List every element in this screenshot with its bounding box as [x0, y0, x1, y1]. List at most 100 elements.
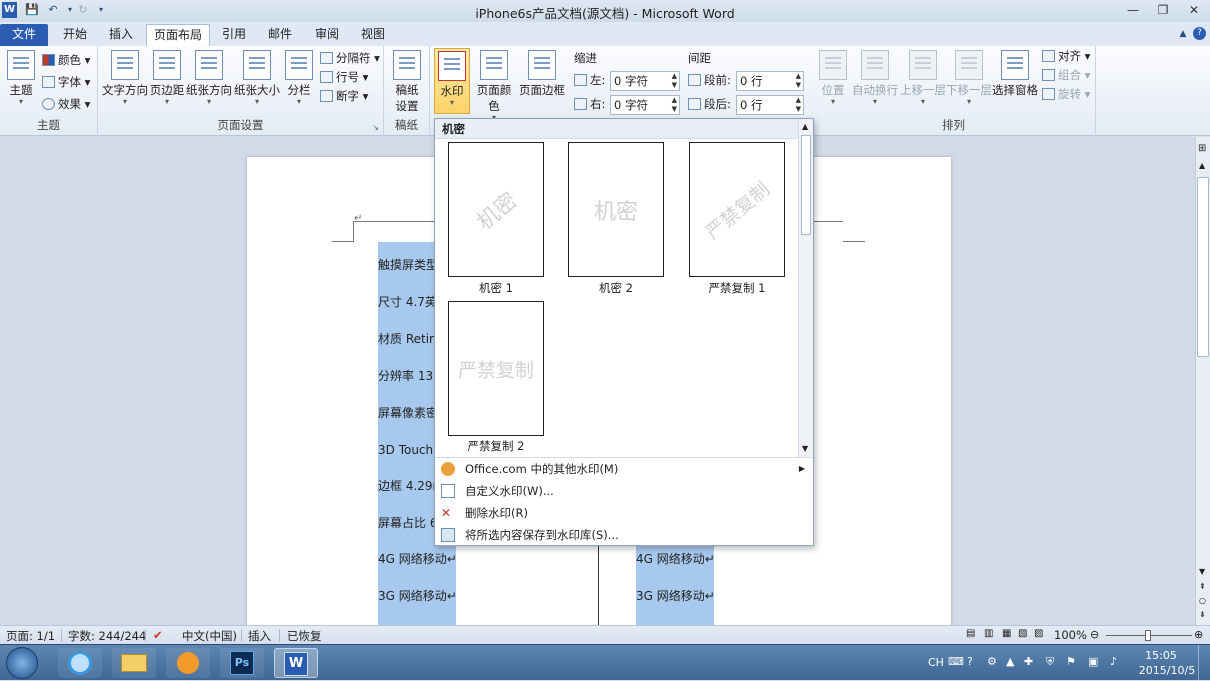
shield-icon[interactable]: ⛨ — [1046, 655, 1054, 669]
spacing-after-spinner[interactable]: ▲ ▼ — [796, 96, 801, 114]
word-count[interactable]: 字数: 244/244 — [68, 628, 146, 644]
save-to-gallery-menu-item[interactable]: 将所选内容保存到水印库(S)... — [435, 524, 813, 546]
network-icon[interactable]: ▣ — [1088, 655, 1098, 668]
proofing-icon[interactable]: ✔ — [153, 628, 163, 642]
scroll-thumb[interactable] — [1197, 177, 1209, 357]
tab-view[interactable]: 视图 — [352, 24, 394, 46]
gallery-scroll-down-icon[interactable]: ▼ — [802, 444, 808, 453]
indent-left-spinner[interactable]: ▲ ▼ — [672, 72, 677, 90]
tab-insert[interactable]: 插入 — [100, 24, 142, 46]
internet-explorer-icon[interactable] — [58, 648, 102, 678]
page-setup-launcher-icon[interactable]: ↘ — [372, 123, 379, 132]
photoshop-icon[interactable]: Ps — [220, 648, 264, 678]
tab-mailings[interactable]: 邮件 — [260, 24, 300, 46]
indent-right-field[interactable]: 0 字符 ▲ ▼ — [610, 95, 680, 115]
watermark-option-confidential-1[interactable]: 机密 — [448, 142, 544, 277]
theme-colors-button[interactable]: 颜色 ▾ — [42, 50, 90, 70]
tab-home[interactable]: 开始 — [52, 24, 98, 46]
page-count[interactable]: 页面: 1/1 — [6, 628, 55, 644]
zoom-level[interactable]: 100% — [1054, 628, 1087, 642]
ime-indicator[interactable]: CH — [928, 656, 944, 669]
margins-button[interactable]: 页边距 ▾ — [148, 50, 186, 106]
help-icon[interactable]: ? — [1193, 27, 1206, 40]
selection-pane-button[interactable]: 选择窗格 — [992, 50, 1038, 98]
file-explorer-icon[interactable] — [112, 648, 156, 678]
table-cell[interactable]: 触摸屏类型 — [378, 256, 438, 273]
clock-time[interactable]: 15:05 — [1136, 649, 1186, 662]
restore-button[interactable]: ❐ — [1150, 2, 1176, 19]
security-icon[interactable]: ✚ — [1024, 655, 1033, 668]
themes-button[interactable]: 主题 ▾ — [4, 50, 38, 106]
scroll-up-icon[interactable]: ▲ — [1199, 161, 1205, 170]
media-player-icon[interactable] — [166, 648, 210, 678]
draft-view-icon[interactable]: ▨ — [1034, 628, 1043, 639]
previous-page-icon[interactable]: ⇞ — [1199, 582, 1206, 591]
gallery-scroll-up-icon[interactable]: ▲ — [802, 122, 808, 131]
browse-object-icon[interactable]: ○ — [1199, 596, 1206, 605]
bring-forward-button[interactable]: 上移一层 ▾ — [900, 50, 946, 106]
watermark-button[interactable]: 水印 ▾ — [434, 48, 470, 114]
spacing-after-field[interactable]: 0 行 ▲ ▼ — [736, 95, 804, 115]
table-cell[interactable]: 屏幕占比 6 — [378, 514, 437, 531]
more-watermarks-menu-item[interactable]: Office.com 中的其他水印(M) ▶ — [435, 458, 813, 480]
insert-mode[interactable]: 插入 — [248, 628, 271, 644]
minimize-ribbon-icon[interactable]: ▲ — [1176, 27, 1190, 41]
indent-left-field[interactable]: 0 字符 ▲ ▼ — [610, 71, 680, 91]
table-cell[interactable]: 3G 网络移动↵ — [636, 587, 715, 604]
ruler-toggle-icon[interactable]: ⊞ — [1198, 143, 1206, 154]
vertical-scrollbar[interactable]: ⊞ ▲ ▼ ⇞ ○ ⇟ — [1195, 137, 1210, 625]
keyboard-icon[interactable]: ⌨ — [948, 655, 964, 668]
ime-help-icon[interactable]: ? — [967, 655, 973, 668]
scroll-down-icon[interactable]: ▼ — [1199, 567, 1205, 576]
minimize-button[interactable]: — — [1120, 2, 1146, 19]
word-taskbar-icon[interactable]: W — [274, 648, 318, 678]
table-cell[interactable]: 尺寸 4.7英 — [378, 293, 437, 310]
position-button[interactable]: 位置 ▾ — [816, 50, 850, 106]
spacing-before-spinner[interactable]: ▲ ▼ — [796, 72, 801, 90]
rotate-button[interactable]: 旋转 ▾ — [1042, 84, 1090, 104]
action-center-icon[interactable]: ⚑ — [1066, 655, 1076, 668]
watermark-option-confidential-2[interactable]: 机密 — [568, 142, 664, 277]
wrap-text-button[interactable]: 自动换行 ▾ — [852, 50, 898, 106]
gallery-scrollbar[interactable]: ▲ ▼ — [798, 119, 813, 457]
next-page-icon[interactable]: ⇟ — [1199, 610, 1206, 619]
send-backward-button[interactable]: 下移一层 ▾ — [946, 50, 992, 106]
full-screen-reading-icon[interactable]: ▥ — [984, 628, 993, 639]
theme-effects-button[interactable]: 效果 ▾ — [42, 94, 90, 114]
start-button-icon[interactable] — [6, 647, 38, 679]
table-cell[interactable]: 4G 网络移动↵ — [636, 550, 715, 567]
zoom-out-icon[interactable]: ⊖ — [1090, 628, 1099, 641]
tab-references[interactable]: 引用 — [214, 24, 254, 46]
hyphenation-button[interactable]: 断字 ▾ — [320, 86, 368, 106]
spacing-before-field[interactable]: 0 行 ▲ ▼ — [736, 71, 804, 91]
tab-page-layout[interactable]: 页面布局 — [146, 24, 210, 46]
language[interactable]: 中文(中国) — [182, 628, 237, 644]
print-layout-view-icon[interactable]: ▤ — [966, 628, 975, 639]
indent-right-spinner[interactable]: ▲ ▼ — [672, 96, 677, 114]
table-cell[interactable]: 屏幕像素密 — [378, 404, 438, 421]
line-numbers-button[interactable]: 行号 ▾ — [320, 67, 368, 87]
table-cell[interactable]: 3G 网络移动↵ — [378, 587, 457, 604]
text-direction-button[interactable]: 文字方向 ▾ — [102, 50, 148, 106]
custom-watermark-menu-item[interactable]: 自定义水印(W)... — [435, 480, 813, 502]
watermark-option-do-not-copy-1[interactable]: 严禁复制 — [689, 142, 785, 277]
gallery-scroll-thumb[interactable] — [801, 135, 811, 235]
ime-settings-icon[interactable]: ⚙ — [987, 655, 997, 668]
align-button[interactable]: 对齐 ▾ — [1042, 46, 1090, 66]
breaks-button[interactable]: 分隔符 ▾ — [320, 48, 380, 68]
zoom-in-icon[interactable]: ⊕ — [1194, 628, 1203, 641]
close-button[interactable]: ✕ — [1181, 2, 1207, 19]
draft-settings-button[interactable]: 稿纸 设置 — [390, 50, 424, 114]
outline-view-icon[interactable]: ▧ — [1018, 628, 1027, 639]
columns-button[interactable]: 分栏 ▾ — [284, 50, 314, 106]
page-color-button[interactable]: 页面颜色▾ — [472, 50, 516, 122]
show-hidden-icons-icon[interactable]: ▲ — [1006, 655, 1014, 668]
show-desktop-button[interactable] — [1198, 645, 1210, 681]
group-button[interactable]: 组合 ▾ — [1042, 65, 1090, 85]
tab-file[interactable]: 文件 — [0, 24, 48, 46]
watermark-option-do-not-copy-2[interactable]: 严禁复制 — [448, 301, 544, 436]
orientation-button[interactable]: 纸张方向 ▾ — [186, 50, 232, 106]
tab-review[interactable]: 审阅 — [306, 24, 348, 46]
theme-fonts-button[interactable]: 字体 ▾ — [42, 72, 90, 92]
table-cell[interactable]: 分辨率 133 — [378, 367, 441, 384]
